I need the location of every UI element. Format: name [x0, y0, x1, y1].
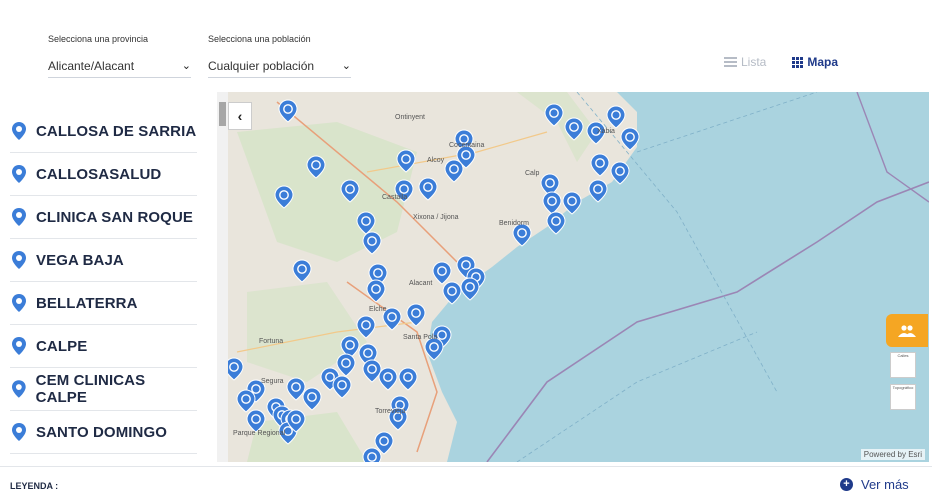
ver-mas-label: Ver más — [861, 477, 909, 492]
chevron-down-icon: ⌄ — [341, 60, 351, 72]
basemap-topo-button[interactable]: Topográfico — [890, 384, 916, 410]
map-label: Benidorm — [499, 220, 529, 227]
map-label: Cocentaina — [449, 142, 485, 149]
map-label: Fortuna — [259, 338, 284, 345]
people-icon — [898, 324, 916, 337]
map-label: Castalla — [382, 194, 408, 201]
map-pin-icon — [12, 251, 26, 269]
list-item[interactable]: VEGA BAJA — [10, 239, 197, 282]
sidebar-scrollbar[interactable] — [217, 92, 228, 462]
provincia-select[interactable]: Alicante/Alacant ⌄ — [48, 54, 191, 78]
map-label: Calp — [525, 170, 540, 177]
map-attribution: Powered by Esri — [860, 449, 925, 460]
map-label: Parque Regional — [233, 430, 286, 437]
map-pin-icon — [12, 122, 26, 140]
grid-icon — [792, 56, 804, 68]
map-label: Xixona / Jijona — [413, 214, 459, 221]
center-name: CLINICA SAN ROQUE — [36, 208, 193, 226]
view-toggle: Lista Mapa — [724, 55, 838, 69]
center-name: CALLOSA DE SARRIA — [36, 122, 197, 140]
center-list: CALLOSA DE SARRIA CALLOSASALUD CLINICA SAN… — [10, 110, 197, 455]
center-name: SANTO DOMINGO — [36, 423, 168, 441]
map-pin-icon — [12, 337, 26, 355]
provincia-label: Selecciona una provincia — [48, 34, 149, 44]
filter-bar: Selecciona una provincia Alicante/Alacan… — [0, 0, 932, 90]
provincia-filter: Selecciona una provincia Alicante/Alacan… — [48, 34, 191, 78]
chevron-left-icon: ‹ — [237, 108, 243, 124]
map-label: Santa Pola — [403, 334, 438, 341]
map-pin-icon — [12, 208, 26, 226]
map-label: Segura — [261, 378, 284, 385]
poblacion-select[interactable]: Cualquier población ⌄ — [208, 54, 351, 78]
list-item[interactable]: SANTO DOMINGO — [10, 411, 197, 454]
map-label: Alacant — [409, 280, 433, 287]
basemap-topo-label: Topográfico — [892, 385, 914, 390]
list-item[interactable]: CALLOSASALUD — [10, 153, 197, 196]
ver-mas-button[interactable]: + Ver más — [840, 477, 909, 492]
center-name: VEGA BAJA — [36, 251, 124, 269]
chevron-down-icon: ⌄ — [181, 60, 191, 72]
scrollbar-thumb[interactable] — [219, 102, 226, 126]
map-pin-icon — [12, 380, 26, 398]
list-item[interactable]: BELLATERRA — [10, 282, 197, 325]
map-label: Ontinyent — [395, 114, 425, 121]
map-label: Xàbia — [597, 128, 615, 135]
basemap-streets-label: Calles — [897, 353, 909, 358]
center-name: CEM CLINICAS CALPE — [35, 372, 146, 406]
map-label: Torrevieja — [375, 408, 406, 415]
map-view[interactable]: Ontinyent Cocentaina Alcoy Castalla Xixo… — [217, 92, 929, 462]
basemap-streets-button[interactable]: Calles — [890, 352, 916, 378]
map-marker[interactable] — [362, 447, 382, 462]
list-item[interactable]: CEM CLINICAS CALPE — [10, 368, 197, 411]
map-pin-icon — [12, 165, 26, 183]
list-item[interactable]: CLINICA SAN ROQUE — [10, 196, 197, 239]
people-button[interactable] — [886, 314, 928, 347]
provincia-value: Alicante/Alacant — [48, 58, 135, 73]
list-item[interactable]: CALLOSA DE SARRIA — [10, 110, 197, 153]
poblacion-value: Cualquier población — [208, 58, 315, 73]
poblacion-label: Selecciona una población — [208, 34, 311, 44]
legend-title: LEYENDA : — [10, 481, 59, 491]
lista-button[interactable]: Lista — [724, 55, 766, 69]
map-pin-icon — [12, 423, 26, 441]
list-item[interactable]: CALPE — [10, 325, 197, 368]
mapa-label: Mapa — [807, 55, 839, 69]
plus-circle-icon: + — [840, 478, 853, 491]
mapa-button[interactable]: Mapa — [792, 55, 838, 69]
center-name: CALLOSASALUD — [36, 165, 162, 183]
map-pin-icon — [12, 294, 26, 312]
map-label: Alcoy — [427, 157, 445, 164]
center-name: BELLATERRA — [36, 294, 138, 312]
poblacion-filter: Selecciona una población Cualquier pobla… — [208, 34, 351, 78]
lista-label: Lista — [741, 55, 767, 69]
legend-bar: LEYENDA : + Ver más — [0, 466, 932, 500]
list-icon — [724, 57, 737, 67]
collapse-panel-button[interactable]: ‹ — [228, 102, 252, 130]
center-name: CALPE — [36, 337, 88, 355]
map-basemap — [217, 92, 929, 462]
map-label: Elche — [369, 306, 387, 313]
